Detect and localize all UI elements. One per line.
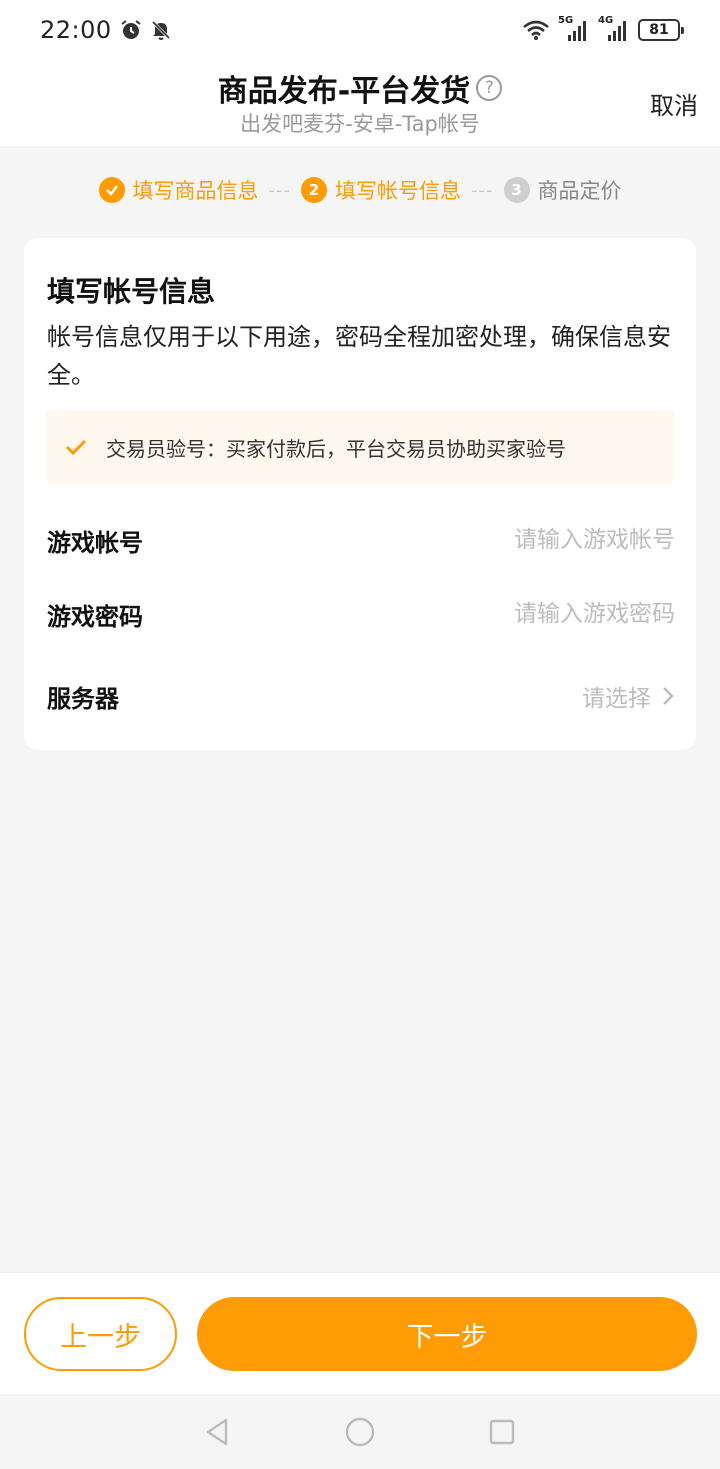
card-title: 填写帐号信息 [47, 275, 216, 308]
account-label: 游戏帐号 [47, 528, 143, 557]
header-title-row: 商品发布-平台发货 ? [0, 66, 720, 110]
home-icon[interactable] [344, 1416, 376, 1448]
account-info-card: 填写帐号信息 帐号信息仅用于以下用途，密码全程加密处理，确保信息安全。 交易员验… [24, 238, 696, 750]
server-label: 服务器 [47, 684, 119, 713]
notice-text: 交易员验号：买家付款后，平台交易员协助买家验号 [106, 436, 566, 461]
status-bar: 22:00 5G 4G 81 [0, 0, 720, 60]
chevron-right-icon [663, 687, 674, 705]
bottom-action-bar: 上一步 下一步 [0, 1272, 720, 1394]
wifi-icon [523, 20, 549, 40]
help-icon[interactable]: ? [476, 75, 503, 101]
page-title: 商品发布-平台发货 [217, 74, 471, 109]
card-description: 帐号信息仅用于以下用途，密码全程加密处理，确保信息安全。 [47, 323, 671, 389]
server-placeholder: 请选择 [582, 686, 651, 712]
system-nav-bar [0, 1394, 720, 1469]
server-row[interactable]: 服务器 请选择 [47, 676, 675, 716]
page: 22:00 5G 4G 81 商品发布-平台发货 ? 出发吧麦芬-安卓-Tap帐… [0, 0, 720, 1469]
step-separator: --- [268, 179, 291, 201]
verification-notice: 交易员验号：买家付款后，平台交易员协助买家验号 [46, 410, 674, 484]
password-input[interactable] [355, 601, 675, 627]
signal-icon-5g: 5G [558, 15, 590, 41]
alarm-icon [121, 20, 141, 39]
mute-icon [151, 20, 170, 40]
server-select[interactable]: 请选择 [582, 679, 675, 713]
status-right: 5G 4G 81 [522, 15, 684, 41]
account-row: 游戏帐号 [47, 520, 675, 560]
battery-icon: 81 [638, 19, 684, 41]
step-1-label: 填写商品信息 [132, 179, 259, 203]
step-3-number: 3 [503, 177, 530, 203]
recents-icon[interactable] [486, 1416, 518, 1448]
step-separator: --- [471, 179, 494, 201]
password-label: 游戏密码 [47, 602, 143, 631]
status-time: 22:00 [40, 16, 112, 44]
check-icon [98, 177, 125, 203]
check-icon [65, 439, 87, 456]
account-input[interactable] [355, 527, 675, 553]
step-2: 2 填写帐号信息 [301, 175, 461, 205]
step-2-number: 2 [301, 177, 327, 203]
password-row: 游戏密码 [47, 594, 675, 634]
step-indicator: 填写商品信息 --- 2 填写帐号信息 --- 3 商品定价 [0, 170, 720, 210]
header: 商品发布-平台发货 ? 出发吧麦芬-安卓-Tap帐号 取消 [0, 60, 720, 146]
step-2-label: 填写帐号信息 [335, 179, 461, 203]
page-subtitle: 出发吧麦芬-安卓-Tap帐号 [240, 112, 480, 136]
step-3-label: 商品定价 [537, 179, 622, 203]
next-step-button[interactable]: 下一步 [197, 1297, 697, 1371]
step-3: 3 商品定价 [503, 175, 622, 205]
back-icon[interactable] [202, 1416, 234, 1448]
cancel-button[interactable]: 取消 [650, 86, 698, 121]
step-1: 填写商品信息 [98, 175, 259, 205]
status-left-icons [120, 19, 172, 41]
signal-icon-4g: 4G [598, 15, 630, 41]
battery-level: 81 [649, 22, 669, 38]
prev-step-button[interactable]: 上一步 [24, 1297, 177, 1371]
